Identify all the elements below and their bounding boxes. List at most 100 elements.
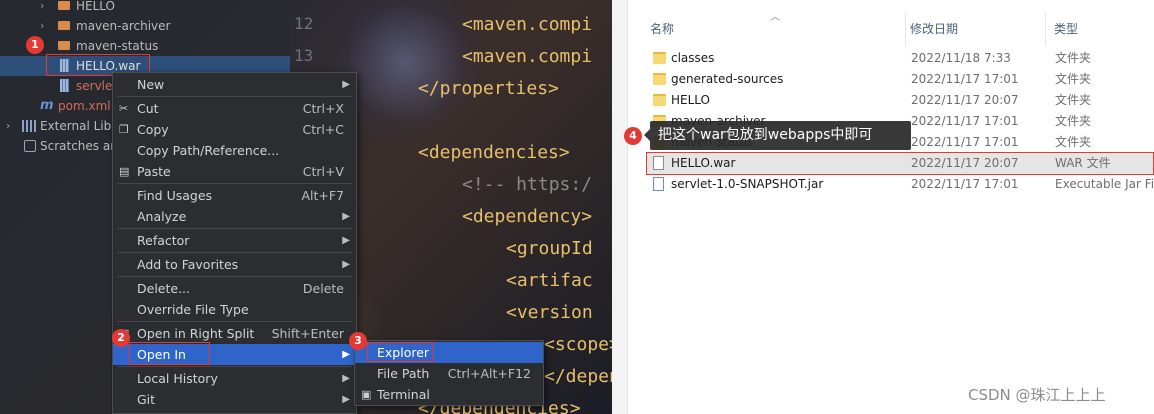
chevron-right-icon: ▶ (342, 394, 350, 405)
jar-file-icon (653, 177, 664, 191)
folder-icon (653, 73, 666, 85)
menu-item-cut[interactable]: ✂ Cut Ctrl+X (113, 98, 356, 119)
code-line: <groupId (506, 238, 593, 259)
menu-item-add-to-favorites[interactable]: Add to Favorites ▶ (113, 254, 356, 275)
paste-icon: ▤ (119, 165, 130, 178)
code-line: <maven.compi (462, 14, 593, 35)
menu-item-open-in-right-split[interactable]: ◫ Open in Right Split Shift+Enter (113, 323, 356, 344)
step-badge-1: 1 (26, 36, 44, 54)
chevron-right-icon[interactable]: › (40, 0, 50, 16)
line-number: 13 (294, 46, 314, 65)
file-type: 文件夹 (1055, 51, 1092, 65)
chevron-right-icon: ▶ (342, 259, 350, 270)
folder-icon (58, 1, 70, 10)
explorer-column-header: 名称 修改日期 类型 (628, 12, 1154, 46)
tree-item-maven-archiver[interactable]: › maven-archiver (0, 16, 290, 36)
menu-item-label: New (137, 77, 165, 92)
menu-separator (117, 366, 352, 367)
menu-separator (117, 228, 352, 229)
file-name: servlet-1.0-SNAPSHOT.jar (671, 177, 824, 191)
menu-item-shortcut: Ctrl+V (302, 164, 344, 179)
maven-icon: m (40, 98, 54, 113)
file-type: 文件夹 (1055, 135, 1092, 149)
menu-item-copy-path[interactable]: Copy Path/Reference... (113, 140, 356, 161)
menu-item-label: Git (137, 392, 156, 407)
file-name: HELLO (671, 93, 710, 107)
file-date: 2022/11/17 20:07 (911, 93, 1019, 107)
folder-icon (653, 52, 666, 64)
file-date: 2022/11/17 17:01 (911, 135, 1019, 149)
chevron-right-icon: ▶ (342, 373, 350, 384)
menu-item-copy[interactable]: ❐ Copy Ctrl+C (113, 119, 356, 140)
menu-item-git[interactable]: Git ▶ (113, 389, 356, 410)
tree-item-hello[interactable]: › HELLO (0, 0, 290, 16)
library-icon (22, 120, 36, 132)
column-header-date[interactable]: 修改日期 (902, 12, 1046, 46)
chevron-right-icon[interactable]: › (40, 16, 50, 36)
tree-item-label: servle (76, 79, 113, 93)
file-type: 文件夹 (1055, 72, 1092, 86)
submenu-item-terminal[interactable]: ▣ Terminal (355, 384, 543, 405)
menu-item-local-history[interactable]: Local History ▶ (113, 368, 356, 389)
code-line: <version (506, 302, 593, 323)
column-header-label: 修改日期 (910, 22, 959, 36)
menu-item-new[interactable]: New ▶ (113, 74, 356, 95)
chevron-right-icon: ▶ (342, 211, 350, 222)
menu-item-shortcut: Ctrl+Alt+F12 (447, 366, 531, 381)
menu-item-label: Copy (137, 122, 169, 137)
copy-icon: ❐ (119, 123, 129, 136)
menu-separator (117, 183, 352, 184)
menu-item-find-usages[interactable]: Find Usages Alt+F7 (113, 185, 356, 206)
menu-item-shortcut: Shift+Enter (271, 326, 344, 341)
menu-item-label: Delete... (137, 281, 190, 296)
file-row-servlet-jar[interactable]: servlet-1.0-SNAPSHOT.jar 2022/11/17 17:0… (646, 174, 1154, 195)
highlight-box-open-in (129, 342, 210, 365)
menu-item-label: File Path (377, 366, 430, 381)
column-header-type[interactable]: 类型 (1046, 12, 1154, 46)
menu-item-shortcut: Ctrl+X (302, 101, 344, 116)
tree-item-label: pom.xml (58, 99, 111, 113)
menu-item-analyze[interactable]: Analyze ▶ (113, 206, 356, 227)
file-date: 2022/11/17 17:01 (911, 177, 1019, 191)
file-name: generated-sources (671, 72, 784, 86)
menu-item-label: Add to Favorites (137, 257, 239, 272)
code-line: <dependencies> (418, 142, 570, 163)
line-number: 12 (294, 14, 314, 33)
chevron-right-icon[interactable]: › (6, 116, 16, 136)
terminal-icon: ▣ (361, 388, 372, 401)
file-date: 2022/11/17 17:01 (911, 72, 1019, 86)
tree-item-label: maven-status (76, 39, 159, 53)
menu-item-label: Find Usages (137, 188, 213, 203)
menu-item-label: Cut (137, 101, 159, 116)
scissors-icon: ✂ (119, 102, 129, 115)
menu-item-delete[interactable]: Delete... Delete (113, 278, 356, 299)
menu-item-label: Local History (137, 371, 218, 386)
code-line: <artifac (506, 270, 593, 291)
file-row-generated-sources[interactable]: generated-sources 2022/11/17 17:01 文件夹 (646, 69, 1154, 90)
code-comment: <!-- https:/ (462, 174, 593, 195)
menu-separator (117, 96, 352, 97)
file-row-hello[interactable]: HELLO 2022/11/17 20:07 文件夹 (646, 90, 1154, 111)
code-line: </dependency (544, 366, 612, 387)
tree-item-label: Scratches ar (40, 139, 116, 153)
chevron-right-icon: ▶ (342, 235, 350, 246)
chevron-right-icon: ▶ (342, 349, 350, 360)
menu-item-paste[interactable]: ▤ Paste Ctrl+V (113, 161, 356, 182)
column-header-label: 类型 (1054, 22, 1079, 36)
menu-item-refactor[interactable]: Refactor ▶ (113, 230, 356, 251)
submenu-item-file-path[interactable]: File Path Ctrl+Alt+F12 (355, 363, 543, 384)
file-row-classes[interactable]: classes 2022/11/18 7:33 文件夹 (646, 48, 1154, 69)
menu-separator (117, 252, 352, 253)
file-date: 2022/11/17 17:01 (911, 114, 1019, 128)
code-line: <dependency> (462, 206, 593, 227)
jar-file-icon (60, 79, 69, 92)
code-line: <scope>p (544, 334, 612, 355)
explorer-nav-strip (612, 0, 628, 414)
menu-separator (117, 321, 352, 322)
step-badge-4: 4 (624, 127, 642, 145)
folder-icon (653, 94, 666, 106)
file-name: classes (671, 51, 715, 65)
menu-item-label: Copy Path/Reference... (137, 143, 280, 158)
menu-item-override-file-type[interactable]: Override File Type (113, 299, 356, 320)
file-type: 文件夹 (1055, 114, 1092, 128)
